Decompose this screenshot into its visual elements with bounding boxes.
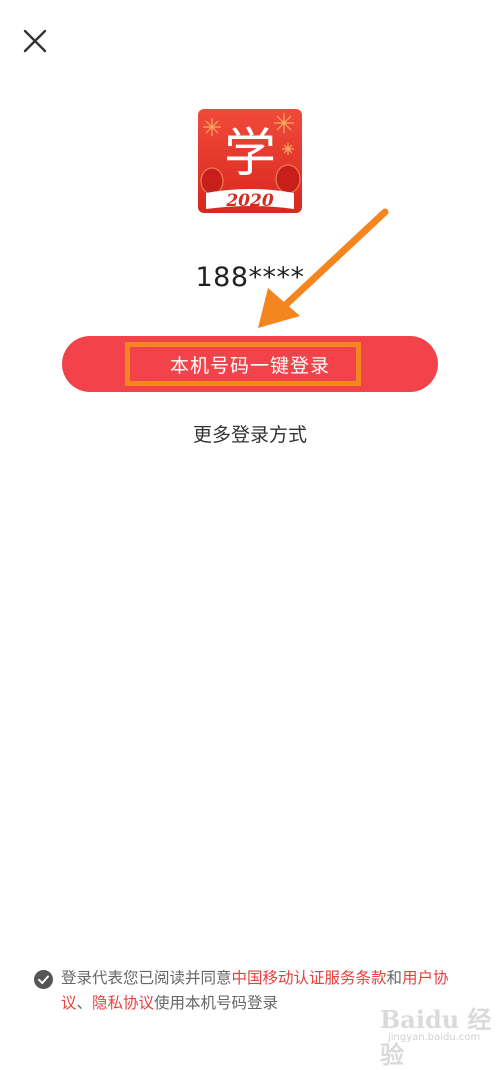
checkmark-circle-icon[interactable] [34,970,53,989]
logo-character: 学 [224,124,276,184]
watermark-url: jingyan.baidu.com [388,1032,481,1043]
cmcc-terms-link[interactable]: 中国移动认证服务条款 [232,969,387,987]
close-icon [23,29,47,53]
agreement-separator: 、 [76,994,93,1012]
agreement-suffix: 使用本机号码登录 [154,994,279,1012]
agreement-text: 登录代表您已阅读并同意中国移动认证服务条款和用户协议、隐私协议使用本机号码登录 [61,966,464,1016]
privacy-agreement-link[interactable]: 隐私协议 [92,994,154,1012]
one-click-login-label: 本机号码一键登录 [169,354,330,377]
app-logo: 学 2020 [198,109,302,213]
more-login-options-link[interactable]: 更多登录方式 [0,420,500,447]
agreement-row: 登录代表您已阅读并同意中国移动认证服务条款和用户协议、隐私协议使用本机号码登录 [34,966,464,1016]
logo-year: 2020 [225,191,273,211]
agreement-prefix: 登录代表您已阅读并同意 [61,969,232,987]
masked-phone-number: 188**** [195,262,305,293]
one-click-login-button[interactable]: 本机号码一键登录 [62,336,438,392]
close-button[interactable] [20,26,50,56]
agreement-and: 和 [386,969,403,987]
